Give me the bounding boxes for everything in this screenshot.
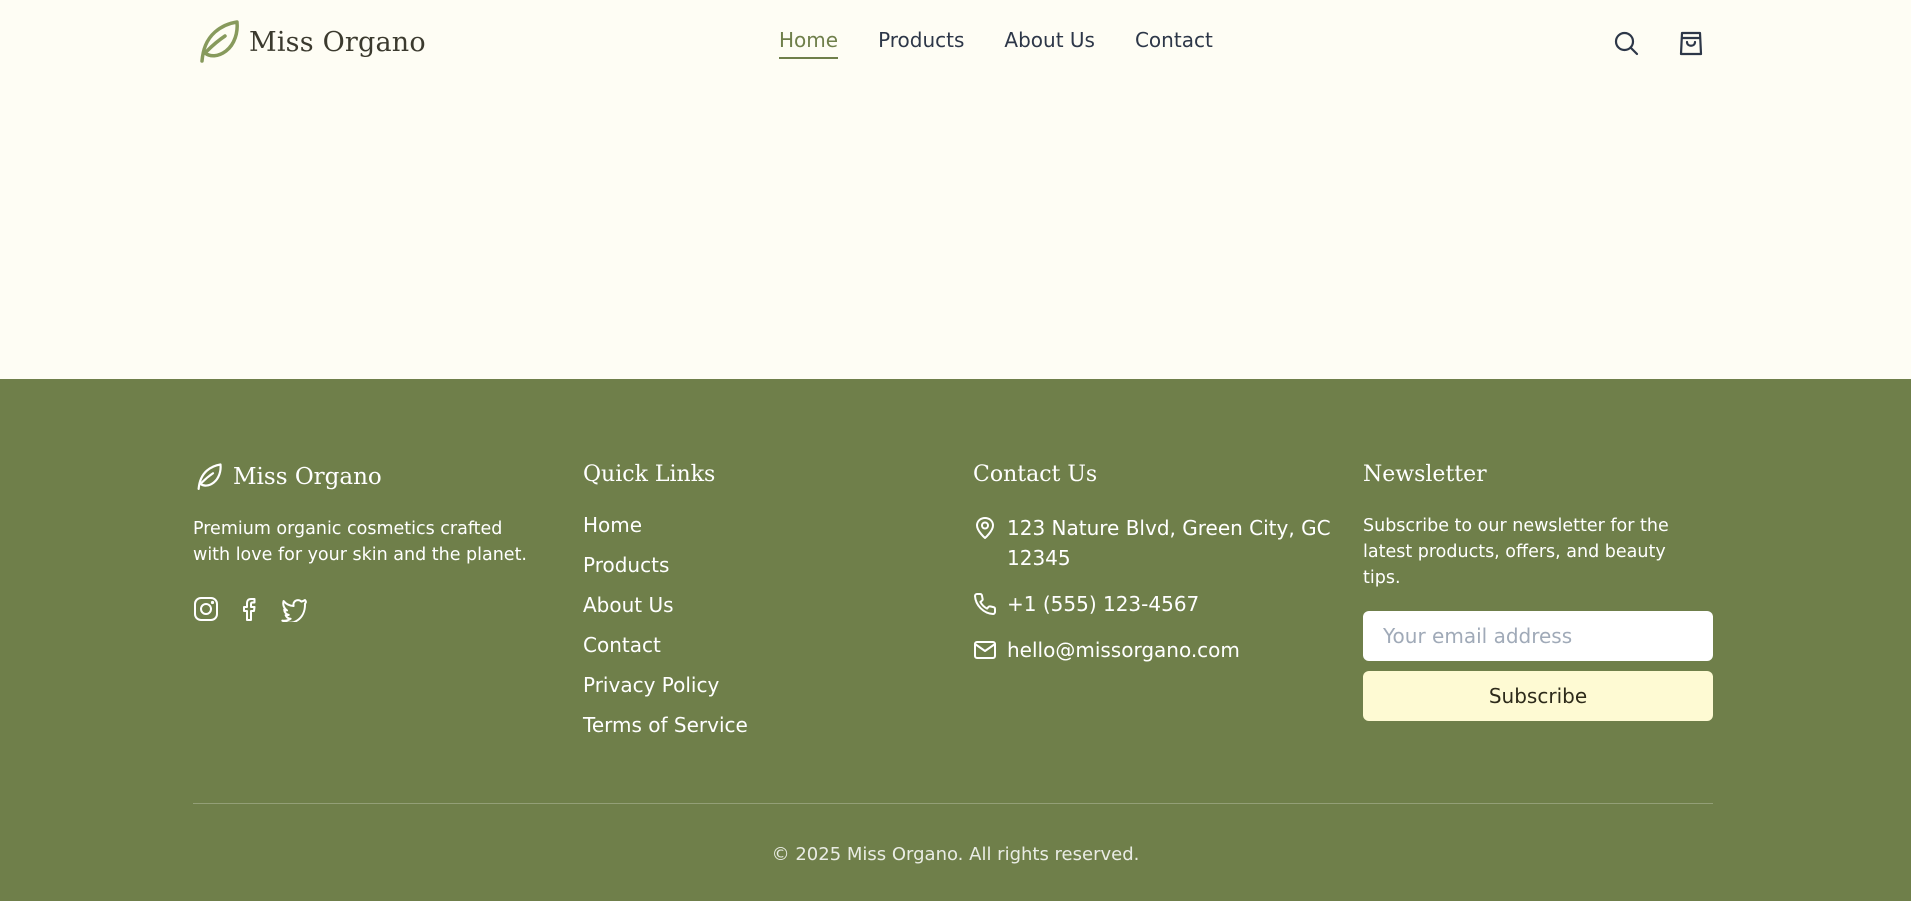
newsletter-column: Newsletter Subscribe to our newsletter f…: [1363, 462, 1713, 721]
leaf-logo-icon: [200, 20, 239, 63]
site-header: Miss Organo Home Products About Us Conta…: [0, 0, 1911, 88]
quick-links-list: Home Products About Us Contact Privacy P…: [583, 513, 923, 753]
nav-products[interactable]: Products: [878, 28, 964, 59]
footer-link-terms-of-service[interactable]: Terms of Service: [583, 713, 923, 753]
site-footer: Miss Organo Premium organic cosmetics cr…: [0, 379, 1911, 901]
footer-brand: Miss Organo: [193, 462, 543, 492]
copyright-text: © 2025 Miss Organo. All rights reserved.: [771, 844, 1140, 865]
footer-link-products[interactable]: Products: [583, 553, 923, 593]
instagram-icon[interactable]: [193, 596, 219, 622]
newsletter-email-input[interactable]: [1363, 611, 1713, 661]
shopping-bag-icon[interactable]: [1677, 29, 1705, 57]
footer-brand-name: Miss Organo: [233, 464, 382, 490]
contact-address: 123 Nature Blvd, Green City, GC 12345: [973, 513, 1333, 573]
phone-icon: [974, 593, 996, 615]
contact-column: Contact Us 123 Nature Blvd, Green City, …: [973, 462, 1333, 681]
footer-link-contact[interactable]: Contact: [583, 633, 923, 673]
facebook-icon[interactable]: [237, 596, 263, 622]
footer-divider: [193, 803, 1713, 804]
contact-phone-text[interactable]: +1 (555) 123-4567: [1007, 589, 1199, 619]
footer-link-privacy-policy[interactable]: Privacy Policy: [583, 673, 923, 713]
social-links: [193, 596, 543, 624]
brand-logo-link[interactable]: Miss Organo: [193, 18, 426, 66]
footer-brand-description: Premium organic cosmetics crafted with l…: [193, 519, 527, 565]
nav-contact[interactable]: Contact: [1135, 28, 1213, 59]
footer-brand-column: Miss Organo Premium organic cosmetics cr…: [193, 462, 543, 624]
map-pin-icon: [976, 517, 994, 539]
brand-name: Miss Organo: [249, 26, 426, 58]
mail-icon: [974, 641, 996, 659]
main-nav: Home Products About Us Contact: [779, 28, 1213, 59]
contact-email-text[interactable]: hello@missorgano.com: [1007, 635, 1240, 665]
footer-link-about-us[interactable]: About Us: [583, 593, 923, 633]
nav-about-us[interactable]: About Us: [1004, 28, 1095, 59]
twitter-icon[interactable]: [281, 596, 307, 624]
nav-home[interactable]: Home: [779, 28, 839, 59]
leaf-logo-icon: [197, 463, 222, 490]
quick-links-heading: Quick Links: [583, 462, 716, 487]
newsletter-heading: Newsletter: [1363, 462, 1487, 487]
contact-email: hello@missorgano.com: [973, 635, 1333, 665]
footer-link-home[interactable]: Home: [583, 513, 923, 553]
quick-links-column: Quick Links Home Products About Us Conta…: [583, 462, 923, 753]
newsletter-description: Subscribe to our newsletter for the late…: [1363, 516, 1669, 588]
search-icon[interactable]: [1612, 29, 1640, 57]
contact-phone: +1 (555) 123-4567: [973, 589, 1333, 619]
contact-heading: Contact Us: [973, 462, 1098, 487]
contact-address-text: 123 Nature Blvd, Green City, GC 12345: [1007, 516, 1331, 570]
subscribe-button[interactable]: Subscribe: [1363, 671, 1713, 721]
